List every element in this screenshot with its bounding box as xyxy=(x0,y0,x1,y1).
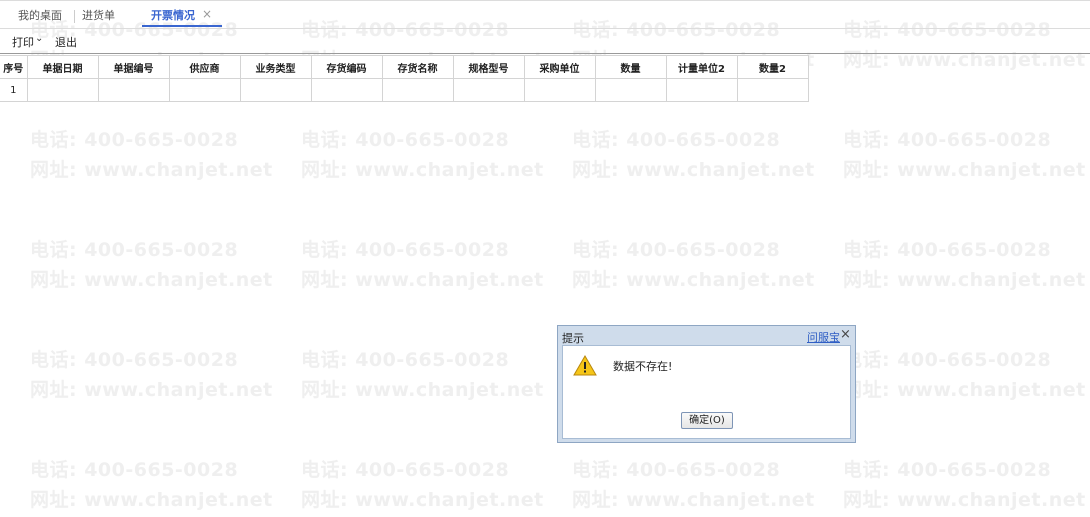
watermark-site: 网址: www.chanjet.net xyxy=(843,489,1086,511)
table-cell[interactable] xyxy=(168,78,241,102)
column-header[interactable]: 数量 xyxy=(594,55,667,79)
grid-header-row: 序号 单据日期 单据编号 供应商 业务类型 存货编码 存货名称 规格型号 采购单… xyxy=(0,55,809,79)
table-cell[interactable] xyxy=(239,78,312,102)
watermark-site: 网址: www.chanjet.net xyxy=(572,159,815,181)
tab-purchase-receipt[interactable]: 进货单 xyxy=(82,8,115,24)
close-icon[interactable]: × xyxy=(840,327,851,342)
watermark-site: 网址: www.chanjet.net xyxy=(30,489,273,511)
table-cell[interactable] xyxy=(523,78,596,102)
watermark-phone: 电话: 400-665-0028 xyxy=(30,459,239,481)
table-cell[interactable] xyxy=(594,78,667,102)
toolbar: 打印 ⌄ 退出 xyxy=(0,28,1090,54)
table-cell[interactable] xyxy=(381,78,454,102)
column-header[interactable]: 存货编码 xyxy=(310,55,383,79)
watermark-site: 网址: www.chanjet.net xyxy=(572,269,815,291)
watermark-phone: 电话: 400-665-0028 xyxy=(30,349,239,371)
column-header[interactable]: 存货名称 xyxy=(381,55,454,79)
column-header[interactable]: 计量单位2 xyxy=(665,55,738,79)
table-cell[interactable] xyxy=(736,78,809,102)
watermark-site: 网址: www.chanjet.net xyxy=(30,269,273,291)
watermark-phone: 电话: 400-665-0028 xyxy=(301,129,510,151)
watermark-site: 网址: www.chanjet.net xyxy=(843,379,1086,401)
column-header[interactable]: 规格型号 xyxy=(452,55,525,79)
watermark-phone: 电话: 400-665-0028 xyxy=(843,239,1052,261)
dialog-message: 数据不存在! xyxy=(613,360,673,373)
watermark-site: 网址: www.chanjet.net xyxy=(843,159,1086,181)
column-header[interactable]: 业务类型 xyxy=(239,55,312,79)
watermark-phone: 电话: 400-665-0028 xyxy=(30,239,239,261)
tab-invoice-status[interactable]: 开票情况 xyxy=(151,8,195,24)
dialog-title: 提示 xyxy=(562,332,584,345)
watermark-phone: 电话: 400-665-0028 xyxy=(572,459,781,481)
watermark-phone: 电话: 400-665-0028 xyxy=(843,349,1052,371)
chevron-down-icon[interactable]: ⌄ xyxy=(35,33,43,44)
watermark-phone: 电话: 400-665-0028 xyxy=(572,239,781,261)
watermark-phone: 电话: 400-665-0028 xyxy=(301,239,510,261)
tab-close-icon[interactable]: × xyxy=(202,7,212,21)
tab-my-desktop[interactable]: 我的桌面 xyxy=(18,8,62,24)
column-header[interactable]: 单据日期 xyxy=(26,55,99,79)
watermark-phone: 电话: 400-665-0028 xyxy=(301,459,510,481)
message-dialog: 提示 问服宝 × 数据不存在! 确定(O) xyxy=(557,325,856,443)
dialog-body: 数据不存在! 确定(O) xyxy=(562,345,851,439)
watermark-phone: 电话: 400-665-0028 xyxy=(843,459,1052,481)
table-cell[interactable]: 1 xyxy=(0,78,28,102)
ok-button[interactable]: 确定(O) xyxy=(681,412,733,429)
active-tab-indicator xyxy=(142,25,222,27)
watermark-site: 网址: www.chanjet.net xyxy=(301,159,544,181)
tab-bar: 我的桌面 进货单 开票情况 × xyxy=(0,0,1090,29)
watermark-site: 网址: www.chanjet.net xyxy=(301,379,544,401)
table-cell[interactable] xyxy=(26,78,99,102)
watermark-site: 网址: www.chanjet.net xyxy=(30,379,273,401)
watermark-site: 网址: www.chanjet.net xyxy=(572,489,815,511)
column-header[interactable]: 供应商 xyxy=(168,55,241,79)
watermark-phone: 电话: 400-665-0028 xyxy=(30,129,239,151)
watermark-phone: 电话: 400-665-0028 xyxy=(572,129,781,151)
table-cell[interactable] xyxy=(310,78,383,102)
column-header[interactable]: 单据编号 xyxy=(97,55,170,79)
column-header[interactable]: 序号 xyxy=(0,55,28,79)
help-link[interactable]: 问服宝 xyxy=(807,329,840,345)
table-cell[interactable] xyxy=(665,78,738,102)
column-header[interactable]: 数量2 xyxy=(736,55,809,79)
table-cell[interactable] xyxy=(452,78,525,102)
table-cell[interactable] xyxy=(97,78,170,102)
watermark-phone: 电话: 400-665-0028 xyxy=(301,349,510,371)
data-grid: 序号 单据日期 单据编号 供应商 业务类型 存货编码 存货名称 规格型号 采购单… xyxy=(0,55,809,102)
print-button[interactable]: 打印 xyxy=(12,34,34,50)
exit-button[interactable]: 退出 xyxy=(55,34,77,50)
watermark-site: 网址: www.chanjet.net xyxy=(30,159,273,181)
column-header[interactable]: 采购单位 xyxy=(523,55,596,79)
watermark-phone: 电话: 400-665-0028 xyxy=(843,129,1052,151)
table-row[interactable]: 1 xyxy=(0,78,809,102)
tab-divider xyxy=(74,10,75,23)
watermark-site: 网址: www.chanjet.net xyxy=(301,269,544,291)
watermark-site: 网址: www.chanjet.net xyxy=(843,269,1086,291)
watermark-site: 网址: www.chanjet.net xyxy=(301,489,544,511)
warning-icon xyxy=(573,355,597,376)
